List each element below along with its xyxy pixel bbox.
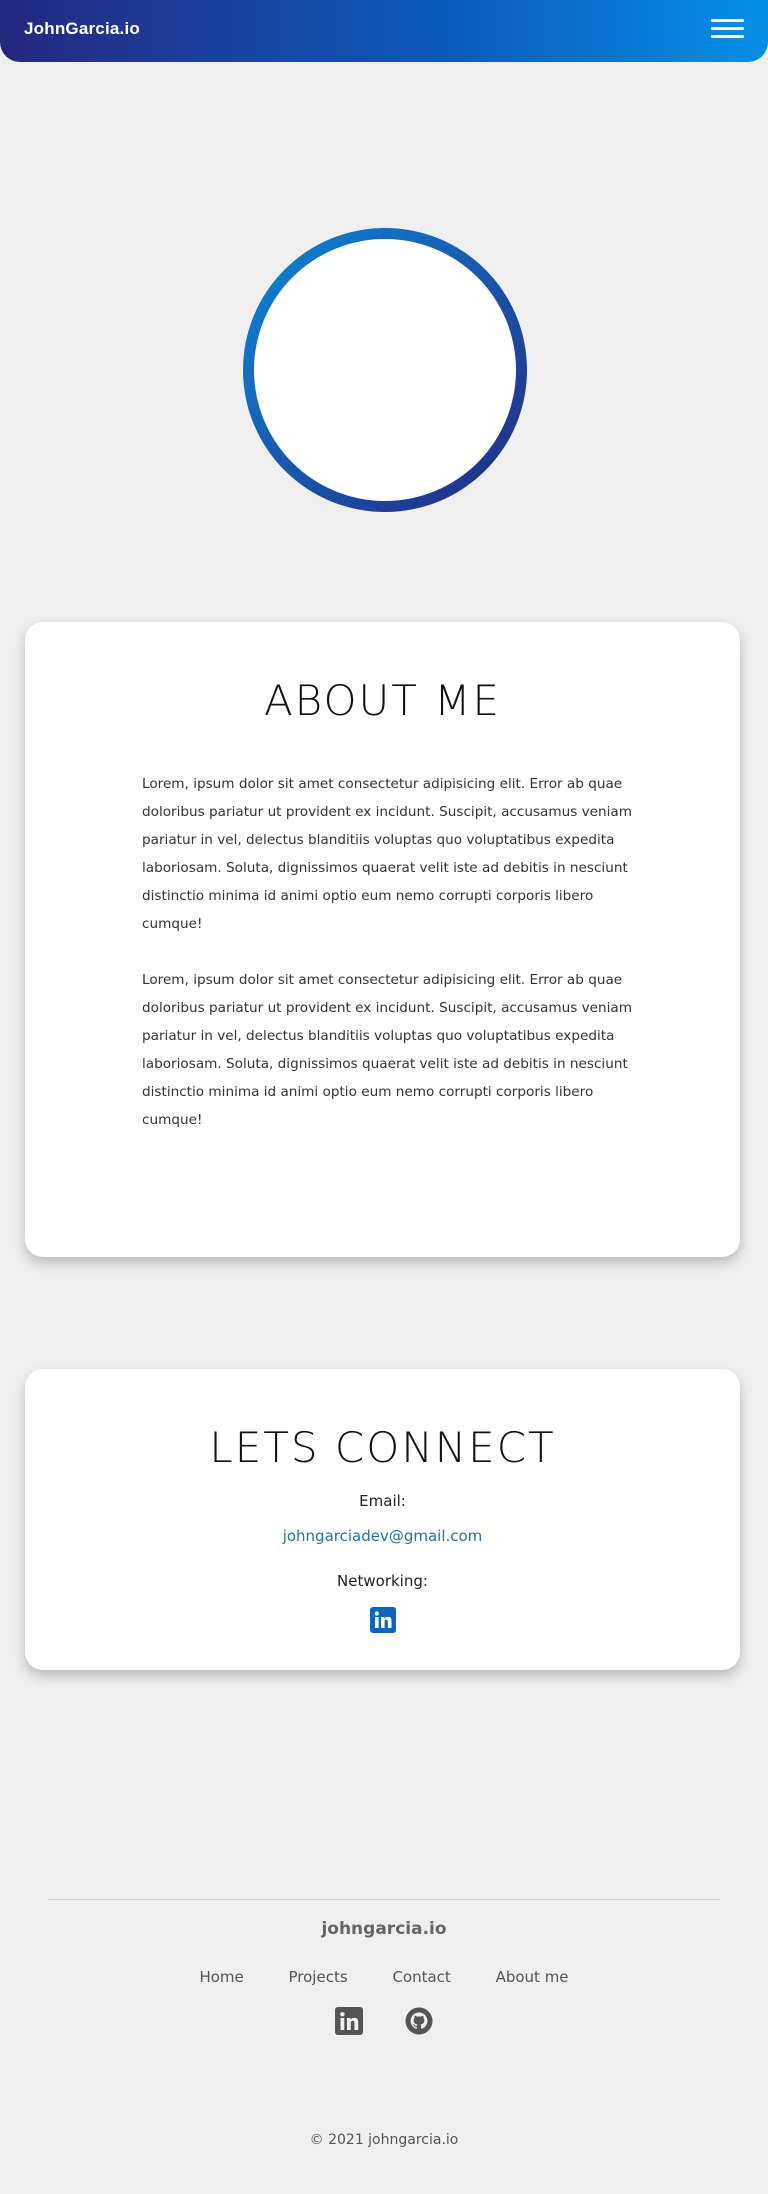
email-label: Email:	[359, 1492, 406, 1510]
footer-nav-about[interactable]: About me	[496, 1968, 569, 1986]
hamburger-menu-icon[interactable]	[711, 17, 744, 41]
about-paragraph: Lorem, ipsum dolor sit amet consectetur …	[142, 972, 633, 1128]
copyright-text: © 2021 johngarcia.io	[309, 2132, 459, 2148]
hamburger-line	[711, 19, 744, 22]
footer-nav-home[interactable]: Home	[199, 1968, 243, 1986]
footer-nav-projects[interactable]: Projects	[289, 1968, 348, 1986]
profile-avatar	[243, 228, 527, 512]
connect-card: LETS CONNECT Email: johngarciadev@gmail.…	[25, 1369, 740, 1670]
footer-divider	[48, 1899, 720, 1900]
footer-brand: johngarcia.io	[321, 1919, 447, 1939]
networking-label: Networking:	[337, 1572, 428, 1590]
hamburger-line	[711, 35, 744, 38]
brand-logo[interactable]: JohnGarcia.io	[24, 19, 140, 39]
hamburger-line	[711, 27, 744, 30]
navbar: JohnGarcia.io	[0, 0, 768, 62]
footer-nav: Home Projects Contact About me	[0, 1968, 768, 1986]
about-title: ABOUT ME	[263, 676, 502, 725]
linkedin-icon[interactable]	[335, 2007, 363, 2035]
connect-title: LETS CONNECT	[209, 1423, 556, 1472]
footer-nav-contact[interactable]: Contact	[392, 1968, 450, 1986]
about-card: ABOUT ME Lorem, ipsum dolor sit amet con…	[25, 622, 740, 1257]
profile-avatar-image	[254, 239, 516, 501]
email-link[interactable]: johngarciadev@gmail.com	[25, 1527, 740, 1545]
linkedin-icon[interactable]	[370, 1607, 396, 1633]
github-icon[interactable]	[405, 2007, 433, 2035]
about-paragraph: Lorem, ipsum dolor sit amet consectetur …	[142, 776, 633, 932]
